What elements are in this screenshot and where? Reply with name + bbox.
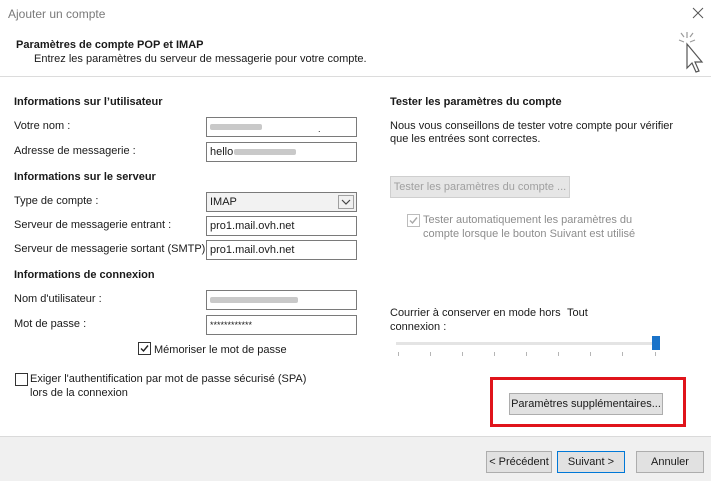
close-icon[interactable] <box>690 5 706 21</box>
page-title: Paramètres de compte POP et IMAP <box>16 39 204 51</box>
slider-tick <box>430 352 431 356</box>
header-separator <box>0 76 711 77</box>
offline-value: Tout <box>567 307 588 319</box>
email-label: Adresse de messagerie : <box>14 145 136 157</box>
offline-label-line1: Courrier à conserver en mode hors <box>390 307 561 319</box>
auto-test-label-line2: compte lorsque le bouton Suivant est uti… <box>423 228 636 240</box>
next-button[interactable]: Suivant > <box>557 451 625 473</box>
redacted-value <box>210 297 298 304</box>
cancel-button[interactable]: Annuler <box>636 451 704 473</box>
page-subtitle: Entrez les paramètres du serveur de mess… <box>34 53 367 65</box>
username-label: Nom d'utilisateur : <box>14 293 102 305</box>
slider-tick <box>622 352 623 356</box>
window-title: Ajouter un compte <box>8 7 106 21</box>
username-field[interactable] <box>206 290 357 310</box>
offline-slider-thumb[interactable] <box>652 336 660 350</box>
slider-tick <box>494 352 495 356</box>
login-info-heading: Informations de connexion <box>14 269 155 281</box>
auto-test-checkbox[interactable] <box>407 214 420 227</box>
auto-test-label-line1: Tester automatiquement les paramètres du <box>423 214 633 226</box>
test-account-button[interactable]: Tester les paramètres du compte ... <box>390 176 570 198</box>
slider-tick <box>590 352 591 356</box>
email-value: hello <box>210 146 234 158</box>
name-label: Votre nom : <box>14 120 71 132</box>
back-button[interactable]: < Précédent <box>486 451 552 473</box>
password-label: Mot de passe : <box>14 318 87 330</box>
account-type-value: IMAP <box>210 196 237 208</box>
outgoing-server-label: Serveur de messagerie sortant (SMTP) : <box>14 243 212 255</box>
slider-tick <box>462 352 463 356</box>
incoming-server-label: Serveur de messagerie entrant : <box>14 219 172 231</box>
server-info-heading: Informations sur le serveur <box>14 171 156 183</box>
slider-tick <box>398 352 399 356</box>
email-field[interactable]: hello <box>206 142 357 162</box>
account-type-select[interactable]: IMAP <box>206 192 357 212</box>
spa-label-line2: lors de la connexion <box>30 387 128 399</box>
redacted-value <box>234 149 297 156</box>
checkmark-icon <box>140 345 149 353</box>
test-desc-line1: Nous vous conseillons de tester votre co… <box>390 120 674 132</box>
user-info-heading: Informations sur l’utilisateur <box>14 96 163 108</box>
slider-tick <box>526 352 527 356</box>
slider-tick <box>558 352 559 356</box>
slider-tick <box>655 352 656 356</box>
spa-label-line1: Exiger l'authentification par mot de pas… <box>30 373 307 385</box>
redacted-value <box>210 124 262 131</box>
name-field[interactable]: . <box>206 117 357 137</box>
remember-password-checkbox[interactable] <box>138 342 151 355</box>
test-settings-heading: Tester les paramètres du compte <box>390 96 562 108</box>
password-field[interactable]: ************ <box>206 315 357 335</box>
remember-password-label: Mémoriser le mot de passe <box>154 344 287 356</box>
more-settings-button[interactable]: Paramètres supplémentaires... <box>509 393 663 415</box>
click-cursor-icon <box>678 32 704 73</box>
test-desc-line2: que les entrées sont correctes. <box>390 133 541 145</box>
offline-label-line2: connexion : <box>390 321 447 333</box>
offline-slider-track[interactable] <box>396 342 660 345</box>
outgoing-server-field[interactable]: pro1.mail.ovh.net <box>206 240 357 260</box>
account-type-label: Type de compte : <box>14 195 99 207</box>
chevron-down-icon <box>338 195 354 209</box>
incoming-server-field[interactable]: pro1.mail.ovh.net <box>206 216 357 236</box>
spa-checkbox[interactable] <box>15 373 28 386</box>
checkmark-icon <box>409 217 418 225</box>
